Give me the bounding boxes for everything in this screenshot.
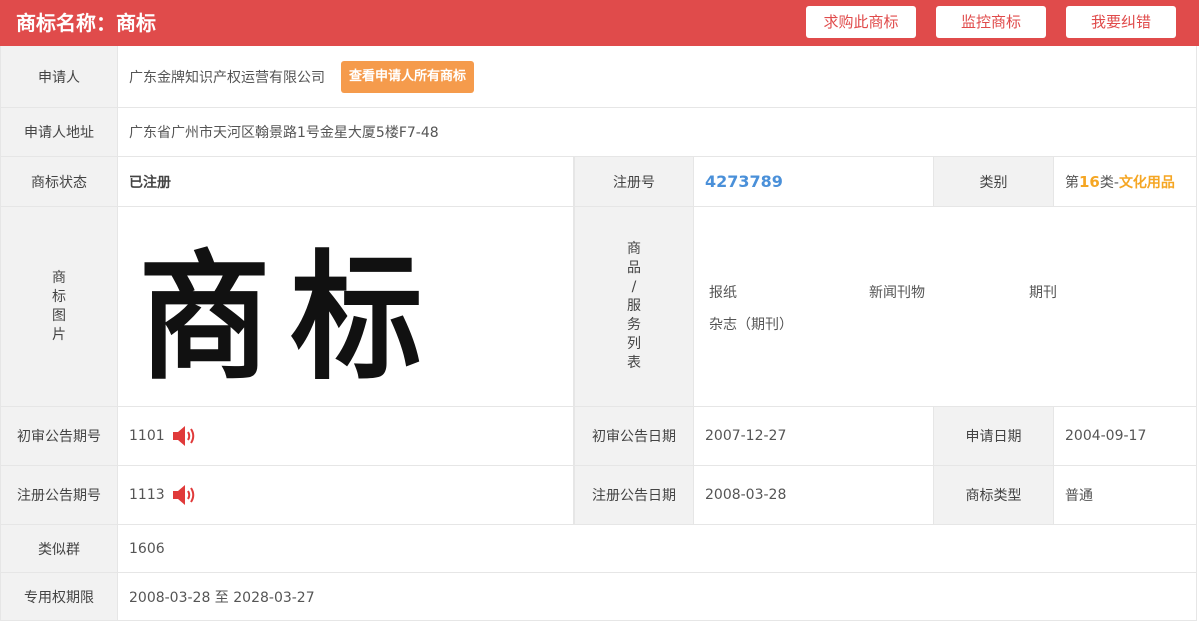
goods-list: 报纸 新闻刊物 期刊 杂志（期刊） [694,207,1198,406]
status-value: 已注册 [118,157,574,206]
similar-group-value: 1606 [129,540,165,557]
applicant-value-cell: 广东金牌知识产权运营有限公司 查看申请人所有商标 [118,46,1198,107]
category-value: 第 16 类- 文化用品 [1054,157,1198,206]
goods-label-char: 品 [627,260,641,276]
reg-issue-cell: 1113 [118,466,574,524]
goods-item: 报纸 [709,285,737,301]
goods-item: 新闻刊物 [869,285,925,301]
reg-no-value-cell: 4273789 [694,157,934,206]
applicant-label: 申请人 [1,46,118,107]
trademark-detail-table: 申请人 广东金牌知识产权运营有限公司 查看申请人所有商标 申请人地址 广东省广州… [0,46,1197,621]
address-label: 申请人地址 [1,108,118,156]
goods-item: 杂志（期刊） [709,317,793,333]
trademark-type-value: 普通 [1065,488,1093,504]
reg-no-value: 4273789 [705,172,783,191]
prelim-issue-cell: 1101 [118,407,574,465]
reg-issue-value: 1113 [129,487,165,503]
speaker-icon[interactable] [172,484,196,506]
image-label-char: 商 [52,269,66,286]
goods-list-label: 商 品 / 服 务 列 表 [574,207,694,406]
category-mid: 类- [1099,174,1119,191]
image-label-char: 标 [52,288,66,305]
page-title: 商标名称：商标 [16,11,156,35]
prelim-date-value: 2007-12-27 [694,407,934,465]
prelim-issue-label: 初审公告期号 [1,407,118,465]
term-row: 专用权期限 2008-03-28 至 2028-03-27 [1,573,1196,621]
apply-date-label: 申请日期 [934,407,1054,465]
report-error-button[interactable]: 我要纠错 [1066,6,1176,38]
goods-label-char: 务 [627,317,641,333]
reg-pub-row: 注册公告期号 1113 注册公告日期 2008-03-28 商标类型 普通 [1,466,1196,525]
applicant-row: 申请人 广东金牌知识产权运营有限公司 查看申请人所有商标 [1,46,1196,108]
reg-date-value: 2008-03-28 [694,466,934,524]
similar-row: 类似群 1606 [1,525,1196,573]
applicant-value: 广东金牌知识产权运营有限公司 [129,69,325,86]
image-label-char: 片 [52,326,66,343]
prelim-issue-value: 1101 [129,428,165,444]
image-row: 商 标 图 片 商标 商 品 / 服 务 列 表 报纸 新闻刊物 期刊 杂志（期… [1,207,1196,407]
prelim-date-label: 初审公告日期 [574,407,694,465]
status-label: 商标状态 [1,157,118,206]
category-prefix: 第 [1065,174,1079,191]
address-row: 申请人地址 广东省广州市天河区翰景路1号金星大厦5楼F7-48 [1,108,1196,157]
image-label-char: 图 [52,307,66,324]
reg-date-label: 注册公告日期 [574,466,694,524]
term-value: 2008-03-28 至 2028-03-27 [129,589,315,606]
reg-no-label: 注册号 [574,157,694,206]
address-value: 广东省广州市天河区翰景路1号金星大厦5楼F7-48 [129,125,439,141]
view-applicant-trademarks-button[interactable]: 查看申请人所有商标 [341,60,475,93]
prelim-row: 初审公告期号 1101 初审公告日期 2007-12-27 申请日期 2004-… [1,407,1196,466]
goods-label-char: 表 [627,355,641,371]
trademark-image-label: 商 标 图 片 [1,207,118,406]
monitor-trademark-button[interactable]: 监控商标 [936,6,1046,38]
category-name: 文化用品 [1118,174,1175,191]
goods-label-char: 商 [627,241,641,257]
speaker-icon[interactable] [172,425,196,447]
header-bar: 商标名称：商标 求购此商标 监控商标 我要纠错 [0,0,1199,46]
similar-group-label: 类似群 [1,525,118,572]
trademark-type-label: 商标类型 [934,466,1054,524]
goods-label-char: 列 [627,336,641,352]
status-row: 商标状态 已注册 注册号 4273789 类别 第 16 类- 文化用品 [1,157,1196,207]
category-number: 16 [1079,172,1100,191]
reg-issue-label: 注册公告期号 [1,466,118,524]
category-label: 类别 [934,157,1054,206]
goods-item: 期刊 [1029,285,1057,301]
buy-trademark-button[interactable]: 求购此商标 [806,6,916,38]
goods-label-char: 服 [627,298,641,314]
trademark-mark-text: 商标 [138,236,443,400]
trademark-image: 商标 [118,207,574,406]
apply-date-value: 2004-09-17 [1065,428,1147,444]
term-label: 专用权期限 [1,573,118,620]
goods-label-char: / [631,279,637,295]
